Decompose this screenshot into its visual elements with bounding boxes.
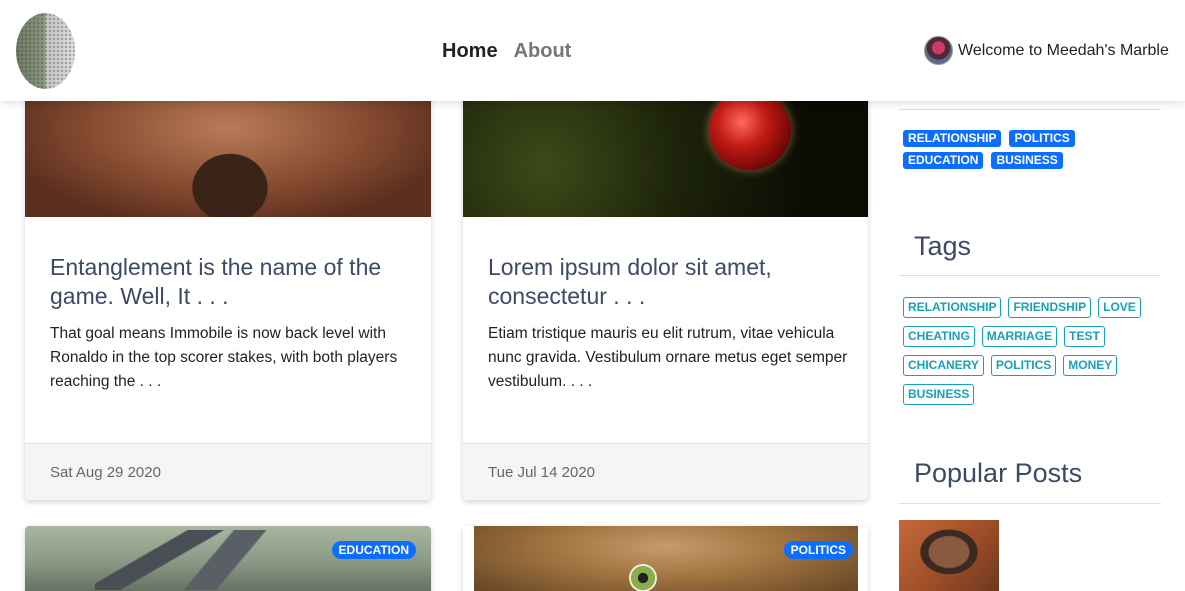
category-list: RELATIONSHIP POLITICS EDUCATION BUSINESS bbox=[903, 130, 1163, 169]
post-footer: Tue Jul 14 2020 bbox=[463, 443, 868, 500]
tag-badge[interactable]: CHICANERY bbox=[903, 355, 984, 376]
post-date: Sat Aug 29 2020 bbox=[50, 464, 161, 481]
category-badge[interactable]: EDUCATION bbox=[331, 541, 416, 559]
tag-badge[interactable]: LOVE bbox=[1098, 297, 1141, 318]
main-nav: Home About bbox=[442, 40, 571, 63]
post-image[interactable] bbox=[463, 90, 868, 217]
post-card[interactable]: Lorem ipsum dolor sit amet, consectetur … bbox=[463, 90, 868, 500]
post-date: Tue Jul 14 2020 bbox=[488, 464, 596, 481]
divider bbox=[899, 503, 1161, 504]
post-card[interactable]: POLITICS bbox=[463, 526, 868, 591]
tag-badge[interactable]: FRIENDSHIP bbox=[1008, 297, 1092, 318]
post-image[interactable] bbox=[25, 90, 431, 217]
category-badge[interactable]: BUSINESS bbox=[991, 152, 1063, 169]
category-badge[interactable]: POLITICS bbox=[1009, 130, 1075, 147]
category-badge[interactable]: RELATIONSHIP bbox=[903, 130, 1002, 147]
post-card[interactable]: EDUCATION bbox=[25, 526, 431, 591]
divider bbox=[899, 109, 1161, 110]
category-badge[interactable]: EDUCATION bbox=[903, 152, 984, 169]
popular-post-thumbnail[interactable] bbox=[899, 520, 999, 591]
popular-posts-heading: Popular Posts bbox=[914, 458, 1083, 488]
marble-logo[interactable] bbox=[16, 13, 75, 89]
post-title[interactable]: Lorem ipsum dolor sit amet, consectetur … bbox=[488, 253, 848, 311]
tag-badge[interactable]: RELATIONSHIP bbox=[903, 297, 1002, 318]
category-badge[interactable]: POLITICS bbox=[783, 541, 853, 559]
tag-badge[interactable]: TEST bbox=[1064, 326, 1105, 347]
post-title[interactable]: Entanglement is the name of the game. We… bbox=[50, 253, 410, 311]
tag-list: RELATIONSHIP FRIENDSHIP LOVE CHEATING MA… bbox=[903, 297, 1165, 405]
divider bbox=[899, 275, 1161, 276]
nav-about-link[interactable]: About bbox=[514, 40, 572, 63]
site-header: Home About Welcome to Meedah's Marble bbox=[0, 0, 1185, 101]
tag-badge[interactable]: MONEY bbox=[1063, 355, 1118, 376]
post-card[interactable]: Entanglement is the name of the game. We… bbox=[25, 90, 431, 500]
post-excerpt: That goal means Immobile is now back lev… bbox=[50, 325, 398, 390]
tag-badge[interactable]: MARRIAGE bbox=[981, 326, 1058, 347]
tag-badge[interactable]: POLITICS bbox=[990, 355, 1057, 376]
tag-badge[interactable]: CHEATING bbox=[903, 326, 975, 347]
post-excerpt: Etiam tristique mauris eu elit rutrum, v… bbox=[488, 325, 848, 390]
tag-badge[interactable]: BUSINESS bbox=[903, 384, 975, 405]
avatar[interactable] bbox=[924, 36, 953, 65]
welcome-area: Welcome to Meedah's Marble bbox=[924, 36, 1169, 65]
post-footer: Sat Aug 29 2020 bbox=[25, 443, 431, 500]
nav-home-link[interactable]: Home bbox=[442, 40, 498, 63]
welcome-text: Welcome to Meedah's Marble bbox=[958, 41, 1169, 59]
tags-heading: Tags bbox=[914, 231, 972, 261]
